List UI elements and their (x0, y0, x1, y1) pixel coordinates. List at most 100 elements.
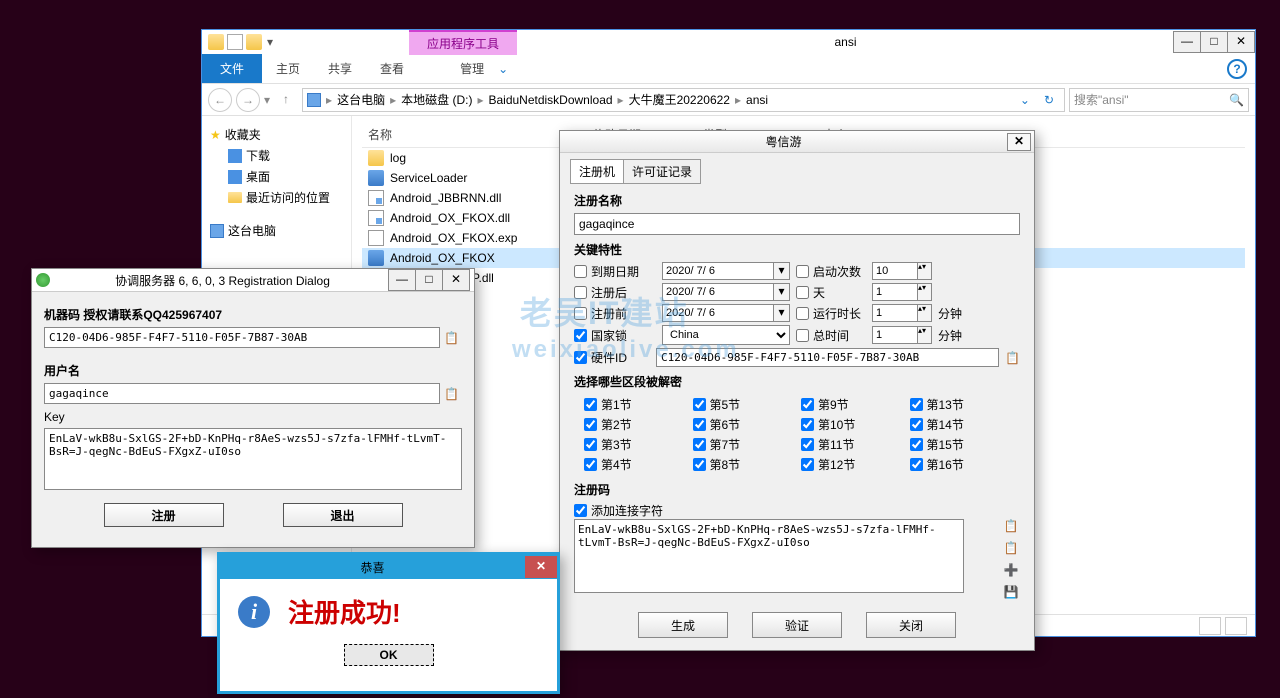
help-icon[interactable]: ? (1227, 59, 1247, 79)
chk-startcount[interactable]: 启动次数 (796, 263, 866, 280)
section-checkbox[interactable]: 第9节 (801, 396, 902, 413)
startcount-input[interactable] (872, 262, 918, 280)
msgbox-titlebar[interactable]: 恭喜 ✕ (220, 555, 557, 579)
ribbon-tab-home[interactable]: 主页 (262, 54, 314, 83)
runtime-input[interactable] (872, 304, 918, 322)
section-checkbox[interactable]: 第4节 (584, 456, 685, 473)
breadcrumb-item[interactable]: ansi (746, 93, 768, 107)
hwid-input[interactable] (656, 348, 999, 367)
maximize-button[interactable]: □ (415, 269, 443, 291)
section-checkbox[interactable]: 第2节 (584, 416, 685, 433)
section-checkbox[interactable]: 第10节 (801, 416, 902, 433)
section-checkbox[interactable]: 第14节 (910, 416, 1011, 433)
search-input[interactable]: 搜索"ansi" 🔍 (1069, 88, 1249, 112)
add-icon[interactable]: ➕ (1002, 563, 1020, 581)
section-checkbox[interactable]: 第1节 (584, 396, 685, 413)
totaltime-input[interactable] (872, 326, 918, 344)
contextual-tab-apptools[interactable]: 应用程序工具 (409, 30, 517, 55)
chk-hwid[interactable]: 硬件ID (574, 349, 650, 366)
section-checkbox[interactable]: 第11节 (801, 436, 902, 453)
section-checkbox[interactable]: 第15节 (910, 436, 1011, 453)
tab-license-records[interactable]: 许可证记录 (623, 159, 701, 184)
qat-dropdown[interactable]: ▾ (265, 35, 275, 49)
section-checkbox[interactable]: 第7节 (693, 436, 794, 453)
key-textarea[interactable] (44, 428, 462, 490)
chk-after[interactable]: 注册后 (574, 284, 656, 301)
section-checkbox[interactable]: 第3节 (584, 436, 685, 453)
username-input[interactable] (44, 383, 440, 404)
copy-icon[interactable]: 📋 (1002, 519, 1020, 537)
ribbon-tab-view[interactable]: 查看 (366, 54, 418, 83)
exit-button[interactable]: 退出 (283, 503, 403, 527)
tab-register[interactable]: 注册机 (570, 159, 624, 184)
date-before[interactable] (662, 304, 774, 322)
register-button[interactable]: 注册 (104, 503, 224, 527)
properties-icon[interactable] (227, 34, 243, 50)
chk-country[interactable]: 国家锁 (574, 327, 656, 344)
close-button[interactable]: ✕ (1007, 133, 1031, 151)
section-checkbox[interactable]: 第12节 (801, 456, 902, 473)
ribbon-tab-share[interactable]: 共享 (314, 54, 366, 83)
section-checkbox[interactable]: 第13节 (910, 396, 1011, 413)
save-icon[interactable]: 💾 (1002, 585, 1020, 603)
date-expire[interactable] (662, 262, 774, 280)
chk-addconn[interactable]: 添加连接字符 (574, 502, 1020, 519)
regcode-textarea[interactable] (574, 519, 964, 593)
view-details-button[interactable] (1199, 617, 1221, 635)
chk-runtime[interactable]: 运行时长 (796, 305, 866, 322)
sidebar-thispc[interactable]: 这台电脑 (210, 220, 343, 241)
minimize-button[interactable]: — (388, 269, 416, 291)
date-after[interactable] (662, 283, 774, 301)
breadcrumb-item[interactable]: 本地磁盘 (D:) (401, 91, 472, 108)
days-input[interactable] (872, 283, 918, 301)
sidebar-recent[interactable]: 最近访问的位置 (210, 187, 343, 208)
address-bar[interactable]: ▸ 这台电脑▸ 本地磁盘 (D:)▸ BaiduNetdiskDownload▸… (302, 88, 1065, 112)
search-icon[interactable]: 🔍 (1229, 93, 1244, 107)
nav-history-dropdown[interactable]: ▾ (264, 93, 270, 107)
copy-icon[interactable]: 📋 (444, 331, 462, 345)
copy-icon[interactable]: 📋 (444, 387, 462, 401)
section-checkbox[interactable]: 第6节 (693, 416, 794, 433)
ribbon-tab-file[interactable]: 文件 (202, 54, 262, 83)
country-select[interactable]: China (662, 325, 790, 345)
chk-before[interactable]: 注册前 (574, 305, 656, 322)
maximize-button[interactable]: □ (1200, 31, 1228, 53)
ribbon-expand-icon[interactable]: ⌄ (498, 62, 508, 76)
nav-back-button[interactable]: ← (208, 88, 232, 112)
chk-expire[interactable]: 到期日期 (574, 263, 656, 280)
sidebar-downloads[interactable]: 下载 (210, 145, 343, 166)
view-icons-button[interactable] (1225, 617, 1247, 635)
verify-button[interactable]: 验证 (752, 612, 842, 638)
close-button[interactable]: ✕ (525, 556, 557, 578)
close-button[interactable]: ✕ (442, 269, 470, 291)
breadcrumb-item[interactable]: 这台电脑 (337, 91, 385, 108)
nav-up-button[interactable]: ↑ (274, 88, 298, 112)
nav-forward-button[interactable]: → (236, 88, 260, 112)
new-folder-icon[interactable] (246, 34, 262, 50)
sidebar-favorites[interactable]: ★收藏夹 (210, 124, 343, 145)
section-checkbox[interactable]: 第8节 (693, 456, 794, 473)
breadcrumb-item[interactable]: 大牛魔王20220622 (629, 91, 730, 108)
machine-code-input[interactable] (44, 327, 440, 348)
yxy-titlebar[interactable]: 粤信游 ✕ (560, 131, 1034, 153)
address-dropdown[interactable]: ⌄ (1014, 93, 1036, 107)
explorer-titlebar[interactable]: ▾ 应用程序工具 ansi — □ ✕ (202, 30, 1255, 54)
minimize-button[interactable]: — (1173, 31, 1201, 53)
close-button[interactable]: 关闭 (866, 612, 956, 638)
section-checkbox[interactable]: 第5节 (693, 396, 794, 413)
chk-days[interactable]: 天 (796, 284, 866, 301)
chk-totaltime[interactable]: 总时间 (796, 327, 866, 344)
paste-icon[interactable]: 📋 (1002, 541, 1020, 559)
ribbon-tab-manage[interactable]: 管理 (446, 54, 498, 83)
date-dropdown-icon[interactable]: ▾ (774, 262, 790, 280)
col-name[interactable]: 名称 (362, 126, 587, 143)
regname-input[interactable] (574, 213, 1020, 235)
sidebar-desktop[interactable]: 桌面 (210, 166, 343, 187)
section-checkbox[interactable]: 第16节 (910, 456, 1011, 473)
generate-button[interactable]: 生成 (638, 612, 728, 638)
regdlg-titlebar[interactable]: 协调服务器 6, 6, 0, 3 Registration Dialog — □… (32, 269, 474, 292)
close-button[interactable]: ✕ (1227, 31, 1255, 53)
ok-button[interactable]: OK (344, 644, 434, 666)
paste-icon[interactable]: 📋 (1005, 351, 1020, 365)
breadcrumb-item[interactable]: BaiduNetdiskDownload (488, 93, 612, 107)
